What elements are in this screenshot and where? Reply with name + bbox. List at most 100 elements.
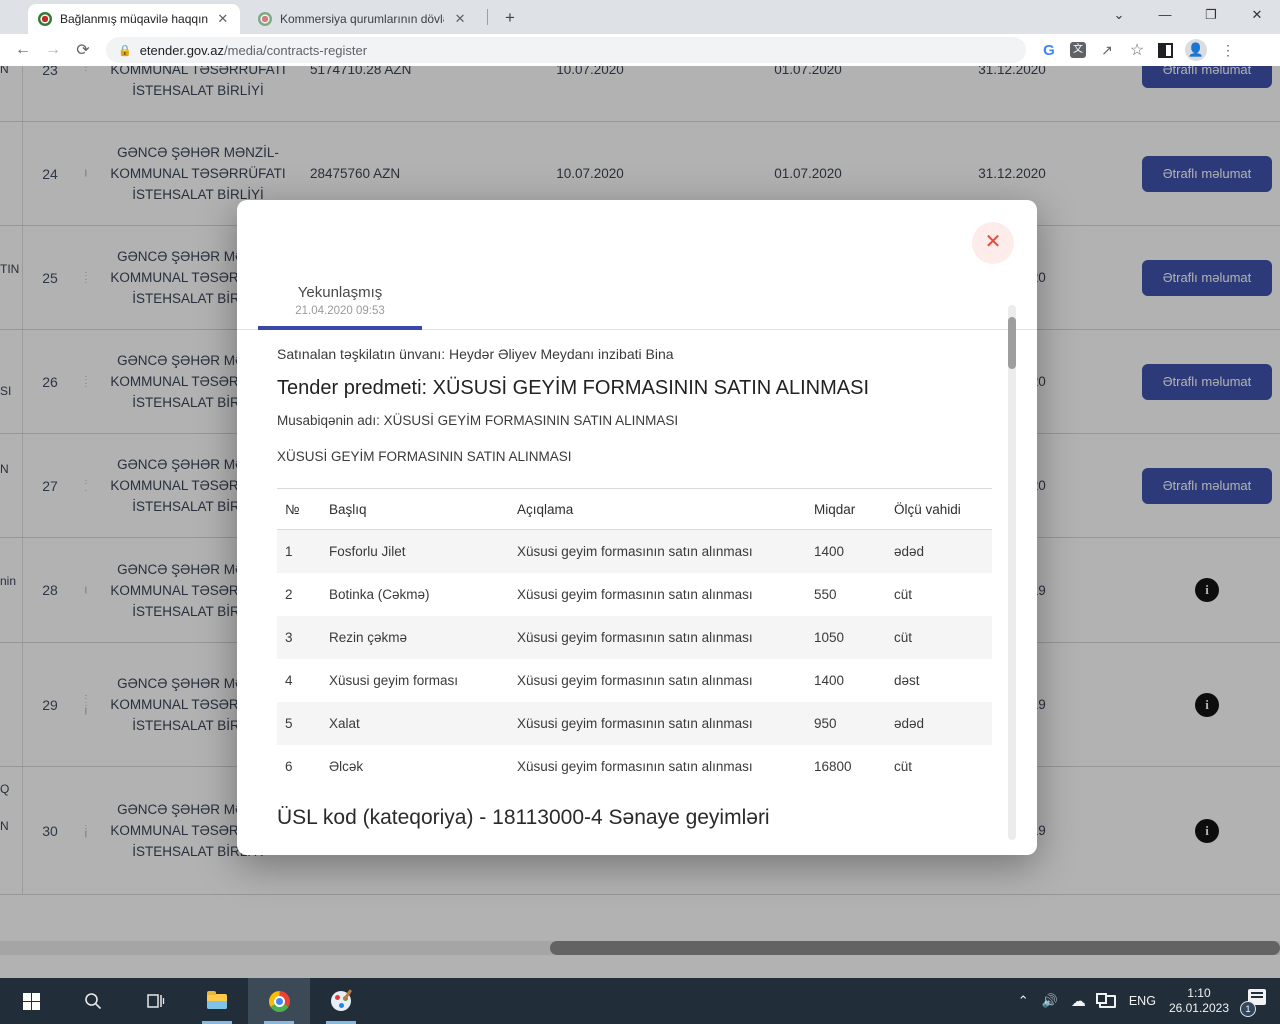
item-no: 6 xyxy=(285,745,325,788)
category-code: ÜSL kod (kateqoriya) - 18113000-4 Sənaye… xyxy=(277,806,770,830)
onedrive-cloud-icon[interactable]: ☁ xyxy=(1071,992,1086,1010)
item-description: Xüsusi geyim formasının satın alınması xyxy=(517,745,811,788)
status-tab-date: 21.04.2020 09:53 xyxy=(258,305,422,317)
item-unit: dəst xyxy=(894,659,992,702)
address-bar[interactable]: 🔒 etender.gov.az /media/contracts-regist… xyxy=(106,37,1026,63)
chrome-button[interactable] xyxy=(248,978,310,1024)
lock-icon: 🔒 xyxy=(118,44,132,57)
chrome-icon xyxy=(269,991,290,1012)
new-tab-button[interactable]: + xyxy=(498,7,522,31)
contracts-register-page: N TIN SI N nin Q N 23 : GƏNCƏ ŞƏHƏR MƏNZ… xyxy=(0,66,1280,978)
tender-subject: Tender predmeti: XÜSUSİ GEYİM FORMASININ… xyxy=(277,377,993,400)
close-icon[interactable]: ✕ xyxy=(972,222,1014,264)
paint-icon xyxy=(331,991,351,1011)
minimize-button[interactable]: — xyxy=(1142,0,1188,32)
site-favicon xyxy=(258,12,272,26)
item-description: Xüsusi geyim formasının satın alınması xyxy=(517,573,811,616)
search-icon xyxy=(83,991,103,1011)
item-no: 3 xyxy=(285,616,325,659)
bookmark-star-icon[interactable]: ☆ xyxy=(1128,40,1146,60)
screen: Bağlanmış müqavilə haqqında mə ✕ Kommers… xyxy=(0,0,1280,1024)
item-title: Xüsusi geyim forması xyxy=(329,659,513,702)
item-title: Botinka (Cəkmə) xyxy=(329,573,513,616)
header-title: Başlıq xyxy=(329,489,513,529)
url-domain: etender.gov.az xyxy=(140,43,224,58)
item-description: Xüsusi geyim formasının satın alınması xyxy=(517,530,811,573)
time: 1:10 xyxy=(1169,986,1229,1001)
item-title: Fosforlu Jilet xyxy=(329,530,513,573)
tab-close-icon[interactable]: ✕ xyxy=(216,11,230,27)
header-unit: Ölçü vahidi xyxy=(894,489,992,529)
item-unit: cüt xyxy=(894,573,992,616)
clock[interactable]: 1:10 26.01.2023 xyxy=(1169,986,1229,1016)
item-unit: cüt xyxy=(894,616,992,659)
item-quantity: 16800 xyxy=(814,745,890,788)
hidden-icons-chevron[interactable]: ⌃ xyxy=(1018,993,1029,1009)
translate-icon[interactable]: 文 xyxy=(1070,42,1086,58)
reload-icon[interactable]: ⟳ xyxy=(68,40,98,60)
forward-icon[interactable]: → xyxy=(38,41,68,59)
item-quantity: 1400 xyxy=(814,530,890,573)
file-explorer-icon xyxy=(207,994,227,1009)
modal-scrollbar[interactable] xyxy=(1008,305,1016,840)
item-description: Xüsusi geyim formasının satın alınması xyxy=(517,659,811,702)
chevron-down-icon[interactable]: ⌄ xyxy=(1096,0,1142,32)
site-favicon xyxy=(38,12,52,26)
network-icon[interactable] xyxy=(1099,995,1116,1008)
language-indicator[interactable]: ENG xyxy=(1129,994,1156,1008)
browser-toolbar: ← → ⟳ 🔒 etender.gov.az /media/contracts-… xyxy=(0,34,1280,66)
tab-title: Kommersiya qurumlarının dövlət xyxy=(280,12,444,26)
item-unit: ədəd xyxy=(894,702,992,745)
item-row: 2 Botinka (Cəkmə) Xüsusi geyim formasını… xyxy=(277,573,992,616)
item-quantity: 1050 xyxy=(814,616,890,659)
paint-button[interactable] xyxy=(310,978,372,1024)
url-path: /media/contracts-register xyxy=(224,43,367,58)
tab-title: Bağlanmış müqavilə haqqında mə xyxy=(60,12,208,26)
item-row: 1 Fosforlu Jilet Xüsusi geyim formasının… xyxy=(277,530,992,573)
competition-name: Musabiqənin adı: XÜSUSİ GEYİM FORMASININ… xyxy=(277,413,993,428)
modal-scrollbar-thumb[interactable] xyxy=(1008,317,1016,369)
header-quantity: Miqdar xyxy=(814,489,890,529)
tab-contracts[interactable]: Bağlanmış müqavilə haqqında mə ✕ xyxy=(28,4,240,34)
date: 26.01.2023 xyxy=(1169,1001,1229,1016)
google-icon[interactable]: G xyxy=(1040,42,1058,59)
menu-icon[interactable]: ⋮ xyxy=(1219,42,1237,59)
items-table-header: № Başlıq Açıqlama Miqdar Ölçü vahidi xyxy=(277,488,992,530)
windows-logo-icon xyxy=(23,993,40,1010)
lot-title: XÜSUSİ GEYİM FORMASININ SATIN ALINMASI xyxy=(277,449,993,464)
windows-taskbar: ⌃ 🔊 ☁ ENG 1:10 26.01.2023 1 xyxy=(0,978,1280,1024)
restore-button[interactable]: ❐ xyxy=(1188,0,1234,32)
start-button[interactable] xyxy=(0,978,62,1024)
tab-close-icon[interactable]: ✕ xyxy=(452,11,468,27)
back-icon[interactable]: ← xyxy=(8,41,38,59)
browser-tabstrip: Bağlanmış müqavilə haqqında mə ✕ Kommers… xyxy=(0,0,1280,34)
item-quantity: 950 xyxy=(814,702,890,745)
item-row: 4 Xüsusi geyim forması Xüsusi geyim form… xyxy=(277,659,992,702)
item-description: Xüsusi geyim formasının satın alınması xyxy=(517,616,811,659)
search-button[interactable] xyxy=(62,978,124,1024)
item-row: 3 Rezin çəkmə Xüsusi geyim formasının sa… xyxy=(277,616,992,659)
share-icon[interactable]: ↗ xyxy=(1098,42,1116,59)
tab-kommersiya[interactable]: Kommersiya qurumlarının dövlət ✕ xyxy=(248,4,478,34)
item-no: 4 xyxy=(285,659,325,702)
item-unit: cüt xyxy=(894,745,992,788)
items-table: № Başlıq Açıqlama Miqdar Ölçü vahidi 1 F… xyxy=(277,488,992,788)
contract-details-modal: ✕ Yekunlaşmış 21.04.2020 09:53 Satınalan… xyxy=(237,200,1037,855)
profile-avatar[interactable]: 👤 xyxy=(1185,39,1207,61)
item-no: 5 xyxy=(285,702,325,745)
tab-divider xyxy=(487,9,488,25)
item-description: Xüsusi geyim formasının satın alınması xyxy=(517,702,811,745)
volume-icon[interactable]: 🔊 xyxy=(1042,993,1058,1009)
toolbar-right-icons: G 文 ↗ ☆ 👤 ⋮ xyxy=(1040,39,1237,61)
close-window-button[interactable]: ✕ xyxy=(1234,0,1280,32)
task-view-button[interactable] xyxy=(124,978,186,1024)
notification-badge: 1 xyxy=(1240,1001,1256,1017)
item-title: Xalat xyxy=(329,702,513,745)
file-explorer-button[interactable] xyxy=(186,978,248,1024)
side-panel-icon[interactable] xyxy=(1158,43,1173,58)
item-row: 6 Əlcək Xüsusi geyim formasının satın al… xyxy=(277,745,992,788)
status-tab-label: Yekunlaşmış xyxy=(258,284,422,301)
notification-center-button[interactable]: 1 xyxy=(1242,989,1266,1013)
tab-yekunlasmis[interactable]: Yekunlaşmış 21.04.2020 09:53 xyxy=(258,284,422,317)
item-no: 2 xyxy=(285,573,325,616)
